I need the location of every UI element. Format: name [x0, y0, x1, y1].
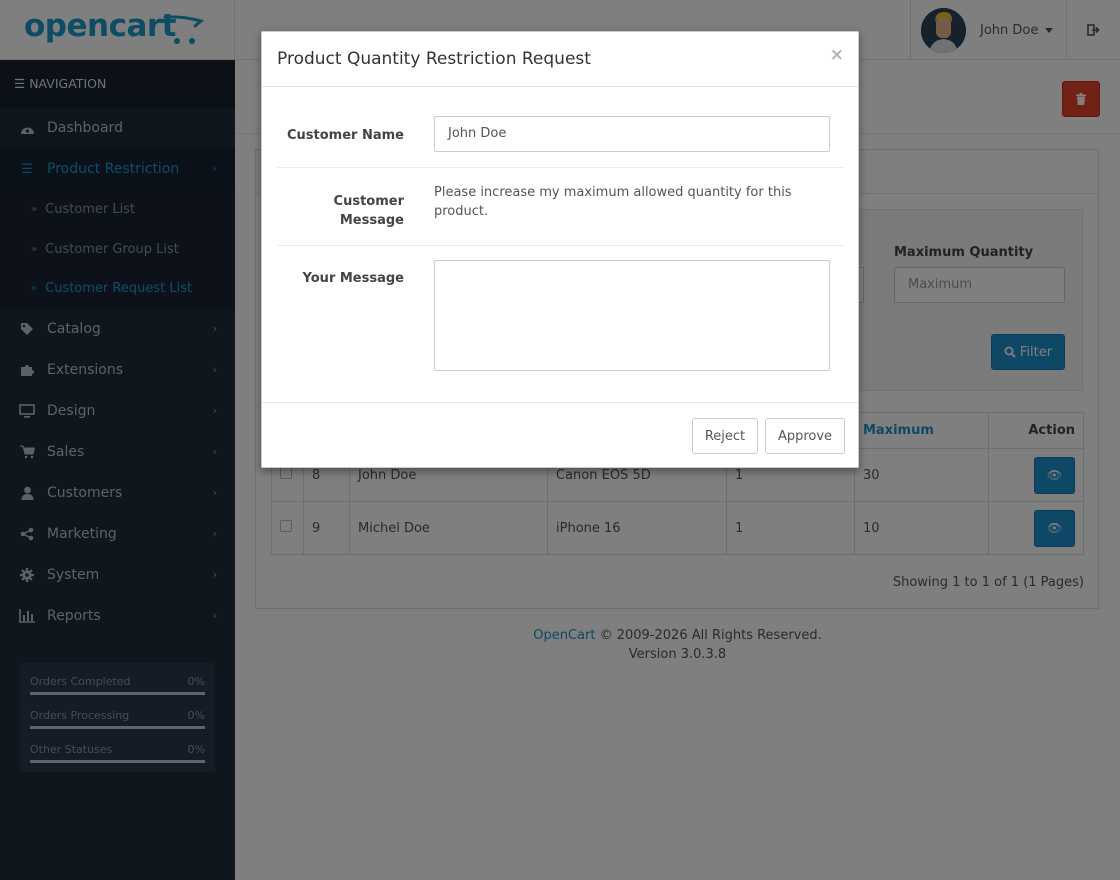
customer-name-label: Customer Name: [287, 128, 404, 143]
customer-message-label: Customer Message: [333, 194, 404, 228]
request-modal: Product Quantity Restriction Request × C…: [261, 31, 859, 468]
approve-button[interactable]: Approve: [765, 418, 845, 454]
customer-name-group: Customer Name John Doe: [277, 102, 845, 168]
reject-button[interactable]: Reject: [692, 418, 758, 454]
your-message-group: Your Message: [277, 246, 845, 376]
modal-footer: Reject Approve: [262, 402, 858, 468]
your-message-textarea[interactable]: [434, 260, 830, 371]
customer-name-field[interactable]: John Doe: [434, 116, 830, 152]
modal-title: Product Quantity Restriction Request: [277, 49, 591, 69]
customer-message-text: Please increase my maximum allowed quant…: [434, 185, 792, 219]
customer-message-group: Customer Message Please increase my maxi…: [277, 168, 845, 246]
your-message-label: Your Message: [302, 271, 404, 286]
modal-header: Product Quantity Restriction Request ×: [262, 32, 858, 87]
close-icon[interactable]: ×: [830, 45, 844, 65]
